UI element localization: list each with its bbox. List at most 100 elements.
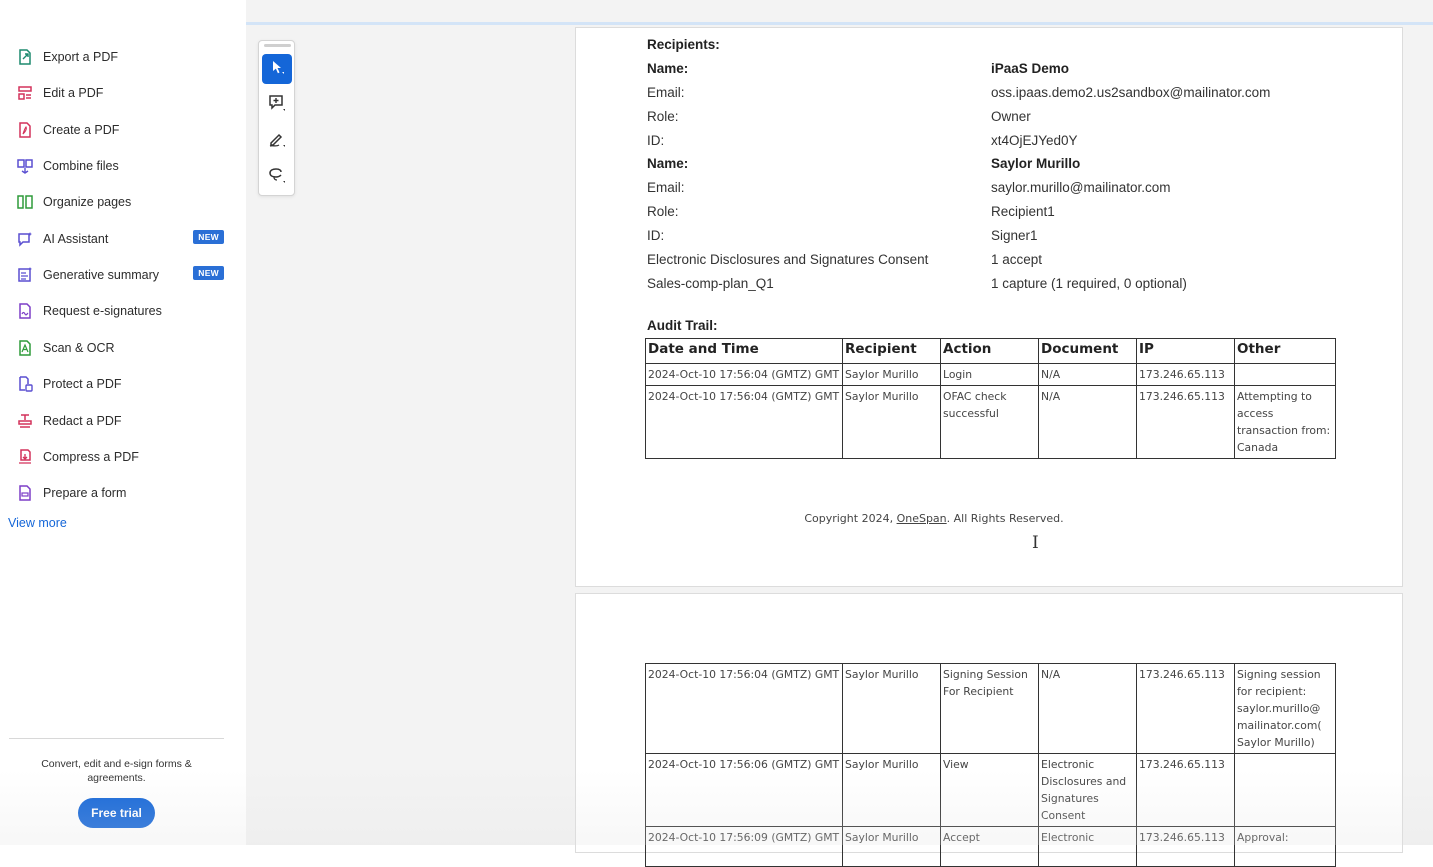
sidebar-item-label: Export a PDF xyxy=(43,50,119,64)
free-trial-button[interactable]: Free trial xyxy=(78,798,155,828)
recipient-id-label: ID: xyxy=(647,133,665,148)
sidebar-item-compress-pdf[interactable]: Compress a PDF xyxy=(16,446,228,468)
consent-label: Electronic Disclosures and Signatures Co… xyxy=(647,252,929,267)
sidebar-item-export-pdf[interactable]: Export a PDF xyxy=(16,46,228,68)
sidebar-item-organize-pages[interactable]: Organize pages xyxy=(16,191,228,213)
compress-pdf-icon xyxy=(16,448,34,466)
redact-pdf-icon xyxy=(16,412,34,430)
sidebar-item-protect-pdf[interactable]: Protect a PDF xyxy=(16,373,228,395)
table-cell: N/A xyxy=(1038,663,1137,754)
add-comment-button[interactable] xyxy=(262,90,292,120)
recipient-name-value: Saylor Murillo xyxy=(991,156,1081,171)
sidebar-item-generative-summary[interactable]: Generative summary NEW xyxy=(16,264,228,286)
sidebar-item-edit-pdf[interactable]: Edit a PDF xyxy=(16,82,228,104)
table-row: 2024-Oct-10 17:56:04 (GMTZ) GMT Saylor M… xyxy=(645,363,1336,386)
recipient-role-value: Recipient1 xyxy=(991,204,1055,219)
toolbar-grip[interactable] xyxy=(264,44,291,47)
sidebar-item-label: Protect a PDF xyxy=(43,377,122,391)
combine-files-icon xyxy=(16,157,34,175)
sidebar-item-label: Request e-signatures xyxy=(43,304,162,318)
table-cell: Login xyxy=(940,363,1039,386)
table-cell: View xyxy=(940,753,1039,827)
document-value: 1 capture (1 required, 0 optional) xyxy=(991,276,1187,291)
sidebar-item-combine-files[interactable]: Combine files xyxy=(16,155,228,177)
prepare-form-icon xyxy=(16,484,34,502)
sidebar-item-label: Scan & OCR xyxy=(43,341,115,355)
table-cell: Signing Session For Recipient xyxy=(940,663,1039,754)
text-cursor-icon: I xyxy=(1032,533,1039,553)
table-cell: Saylor Murillo xyxy=(842,385,941,459)
table-cell: Signing session for recipient: saylor.mu… xyxy=(1234,663,1336,754)
sidebar-item-scan-ocr[interactable]: Scan & OCR xyxy=(16,337,228,359)
view-more-link[interactable]: View more xyxy=(8,516,67,530)
recipient-email-label: Email: xyxy=(647,85,685,100)
table-cell: 2024-Oct-10 17:56:04 (GMTZ) GMT xyxy=(645,385,843,459)
new-badge: NEW xyxy=(193,230,224,244)
consent-value: 1 accept xyxy=(991,252,1043,267)
table-cell: 173.246.65.113 xyxy=(1136,385,1235,459)
create-pdf-icon xyxy=(16,121,34,139)
sidebar-item-label: Create a PDF xyxy=(43,123,120,137)
pdf-page-1 xyxy=(575,27,1403,587)
recipients-heading: Recipients: xyxy=(647,37,720,52)
sidebar-item-redact-pdf[interactable]: Redact a PDF xyxy=(16,410,228,432)
recipient-email-value: oss.ipaas.demo2.us2sandbox@mailinator.co… xyxy=(991,85,1271,100)
annotation-toolbar xyxy=(258,40,295,196)
copyright-prefix: Copyright 2024, xyxy=(804,512,897,525)
table-row: 2024-Oct-10 17:56:04 (GMTZ) GMT Saylor M… xyxy=(645,385,1336,459)
sidebar-item-label: Edit a PDF xyxy=(43,86,104,100)
lasso-tool-button[interactable] xyxy=(262,162,292,192)
recipient-name-value: iPaaS Demo xyxy=(991,61,1070,76)
table-row: 2024-Oct-10 17:56:09 (GMTZ) GMT Saylor M… xyxy=(645,826,1336,867)
select-cursor-icon xyxy=(269,59,285,80)
document-label: Sales-comp-plan_Q1 xyxy=(647,276,774,291)
table-row: 2024-Oct-10 17:56:04 (GMTZ) GMT Saylor M… xyxy=(645,663,1336,754)
lasso-icon xyxy=(268,166,286,189)
copyright-suffix: . All Rights Reserved. xyxy=(946,512,1064,525)
select-tool-button[interactable] xyxy=(262,54,292,84)
sidebar-item-prepare-form[interactable]: Prepare a form xyxy=(16,482,228,504)
recipient-id-value: Signer1 xyxy=(991,228,1038,243)
table-cell: 2024-Oct-10 17:56:04 (GMTZ) GMT xyxy=(645,363,843,386)
table-cell: 173.246.65.113 xyxy=(1136,753,1235,827)
table-cell: Approval: xyxy=(1234,826,1336,867)
column-header: Action xyxy=(940,338,1039,364)
column-header: Document xyxy=(1038,338,1137,364)
new-badge: NEW xyxy=(193,266,224,280)
export-pdf-icon xyxy=(16,48,34,66)
sidebar-item-label: Combine files xyxy=(43,159,119,173)
onespan-link[interactable]: OneSpan xyxy=(897,512,947,525)
table-cell: Attempting to access transaction from: C… xyxy=(1234,385,1336,459)
table-cell: Accept xyxy=(940,826,1039,867)
recipient-id-label: ID: xyxy=(647,228,665,243)
recipient-id-value: xt4OjEJYed0Y xyxy=(991,133,1078,148)
sidebar-item-label: Generative summary xyxy=(43,268,160,282)
table-cell: 173.246.65.113 xyxy=(1136,663,1235,754)
scan-ocr-icon xyxy=(16,339,34,357)
table-cell xyxy=(1234,753,1336,827)
sidebar-item-label: Redact a PDF xyxy=(43,414,122,428)
sidebar-divider xyxy=(9,738,224,739)
ai-assistant-icon xyxy=(16,230,34,248)
column-header: Recipient xyxy=(842,338,941,364)
table-cell: Saylor Murillo xyxy=(842,663,941,754)
audit-trail-heading: Audit Trail: xyxy=(647,318,718,333)
table-cell: N/A xyxy=(1038,363,1137,386)
table-cell: OFAC check successful xyxy=(940,385,1039,459)
sidebar-item-ai-assistant[interactable]: AI Assistant NEW xyxy=(16,228,228,250)
sidebar-item-create-pdf[interactable]: Create a PDF xyxy=(16,119,228,141)
sidebar-item-request-esignatures[interactable]: Request e-signatures xyxy=(16,300,228,322)
table-cell: 173.246.65.113 xyxy=(1136,363,1235,386)
organize-pages-icon xyxy=(16,193,34,211)
draw-tool-button[interactable] xyxy=(262,126,292,156)
generative-summary-icon xyxy=(16,266,34,284)
column-header: Date and Time xyxy=(645,338,843,364)
sidebar-item-label: AI Assistant xyxy=(43,232,109,246)
table-cell: 2024-Oct-10 17:56:04 (GMTZ) GMT xyxy=(645,663,843,754)
table-cell: 2024-Oct-10 17:56:06 (GMTZ) GMT xyxy=(645,753,843,827)
table-cell: 2024-Oct-10 17:56:09 (GMTZ) GMT xyxy=(645,826,843,867)
draw-pen-icon xyxy=(268,130,286,153)
recipient-name-label: Name: xyxy=(647,61,689,76)
recipient-role-label: Role: xyxy=(647,204,679,219)
column-header: IP xyxy=(1136,338,1235,364)
